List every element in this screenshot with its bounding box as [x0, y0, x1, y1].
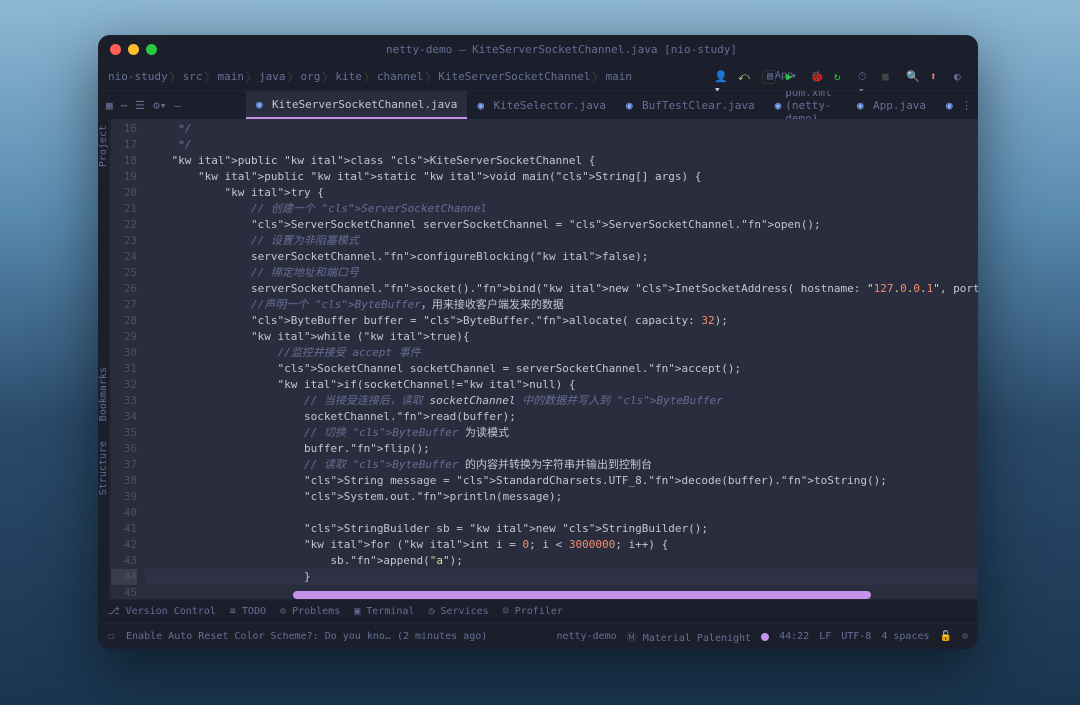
- file-icon: ◉: [946, 99, 955, 111]
- bottom-tool-bar: ⎇ Version Control ≡ TODO ⊘ Problems ▣ Te…: [98, 599, 978, 623]
- project-tool-button[interactable]: Project: [98, 125, 109, 167]
- cursor-position[interactable]: 44:22: [779, 631, 809, 642]
- bookmarks-tool-button[interactable]: Bookmarks: [98, 367, 109, 421]
- coverage-button[interactable]: ↻: [834, 70, 848, 84]
- maximize-button[interactable]: [146, 44, 157, 55]
- profiler-tool-button[interactable]: ☺ Profiler: [503, 606, 563, 617]
- window-controls: [110, 44, 157, 55]
- breadcrumb-item[interactable]: KiteServerSocketChannel: [438, 70, 590, 83]
- hide-icon[interactable]: —: [174, 99, 181, 112]
- editor-tab[interactable]: ◉ KiteServerSocketChannel.java: [246, 91, 467, 119]
- search-icon[interactable]: 🔍: [906, 70, 920, 84]
- main-toolbar: 👤▾ ⤺ ▤ App ▾ ▶ 🐞 ↻ ⏱▾ ■ 🔍 ⬆ ◐: [714, 70, 968, 84]
- debug-button[interactable]: 🐞: [810, 70, 824, 84]
- hammer-icon[interactable]: ⤺: [738, 70, 752, 84]
- user-icon[interactable]: 👤▾: [714, 70, 728, 84]
- breadcrumb[interactable]: nio-study〉src〉main〉java〉org〉kite〉channel…: [108, 69, 632, 85]
- stop-button[interactable]: ■: [882, 70, 896, 84]
- vcs-tool-button[interactable]: ⎇ Version Control: [108, 606, 216, 617]
- indent-setting[interactable]: 4 spaces: [881, 631, 929, 642]
- file-icon: ◉: [626, 99, 638, 111]
- terminal-tool-button[interactable]: ▣ Terminal: [354, 606, 414, 617]
- editor-tab[interactable]: ◉pom.xml (netty-demo): [765, 91, 847, 119]
- breadcrumb-item[interactable]: org: [300, 70, 320, 83]
- readonly-icon[interactable]: 🔓: [940, 631, 952, 642]
- file-icon: ◉: [256, 98, 268, 110]
- project-toolbar: ▦ ⋯ ☰ ⚙▾ —: [98, 99, 246, 112]
- file-encoding[interactable]: UTF-8: [841, 631, 871, 642]
- tab-label: pom.xml (netty-demo): [785, 91, 837, 119]
- file-icon: ◉: [775, 99, 782, 111]
- structure-tool-button[interactable]: Structure: [98, 441, 109, 495]
- sync-icon[interactable]: ⬆: [930, 70, 944, 84]
- file-icon: ◉: [857, 99, 869, 111]
- titlebar: netty-demo – KiteServerSocketChannel.jav…: [98, 35, 978, 63]
- editor-tab[interactable]: ◉ App.java: [847, 91, 936, 119]
- select-opened-icon[interactable]: ☰: [135, 99, 145, 112]
- horizontal-scrollbar[interactable]: [293, 591, 978, 599]
- minimize-button[interactable]: [128, 44, 139, 55]
- tab-label: BufTestClear.java: [642, 99, 755, 112]
- git-branch[interactable]: netty-demo: [556, 631, 616, 642]
- breadcrumb-item[interactable]: java: [259, 70, 286, 83]
- navbar: nio-study〉src〉main〉java〉org〉kite〉channel…: [98, 63, 978, 91]
- editor-tabs: ▦ ⋯ ☰ ⚙▾ — ◉ KiteServerSocketChannel.java…: [98, 91, 978, 119]
- breadcrumb-item[interactable]: src: [183, 70, 203, 83]
- ide-logo-icon[interactable]: ◐: [954, 70, 968, 84]
- line-gutter: 1617181920212223242526272829303132333435…: [111, 119, 145, 599]
- tab-label: KiteSelector.java: [493, 99, 606, 112]
- breadcrumb-item[interactable]: main: [606, 70, 633, 83]
- problems-tool-button[interactable]: ⊘ Problems: [280, 606, 340, 617]
- left-tool-rail: Project Bookmarks Structure: [98, 119, 110, 599]
- breadcrumb-item[interactable]: nio-study: [108, 70, 168, 83]
- breadcrumb-item[interactable]: channel: [377, 70, 423, 83]
- status-bar: ☐ Enable Auto Reset Color Scheme?: Do yo…: [98, 623, 978, 649]
- profile-button[interactable]: ⏱▾: [858, 70, 872, 84]
- theme-indicator[interactable]: Ⓜ Material Palenight: [627, 629, 751, 644]
- window-title: netty-demo – KiteServerSocketChannel.jav…: [157, 43, 966, 56]
- line-separator[interactable]: LF: [819, 631, 831, 642]
- collapse-icon[interactable]: ⋯: [121, 99, 128, 112]
- tab-label: KiteServerSocketChannel.java: [272, 98, 457, 111]
- project-view-icon[interactable]: ▦: [106, 99, 113, 112]
- services-tool-button[interactable]: ◷ Services: [428, 606, 488, 617]
- editor-tab[interactable]: ◉Futu...: [936, 91, 955, 119]
- editor-tab[interactable]: ◉ KiteSelector.java: [467, 91, 616, 119]
- run-button[interactable]: ▶: [786, 70, 800, 84]
- code-area[interactable]: */ */ "kw ital">public "kw ital">class "…: [145, 119, 978, 599]
- notification-icon[interactable]: ☐: [108, 631, 114, 642]
- tab-overflow-icon[interactable]: ⋮: [955, 99, 978, 112]
- tab-label: App.java: [873, 99, 926, 112]
- breadcrumb-item[interactable]: kite: [335, 70, 362, 83]
- close-button[interactable]: [110, 44, 121, 55]
- breadcrumb-item[interactable]: main: [217, 70, 244, 83]
- settings-icon[interactable]: ⚙▾: [153, 99, 166, 112]
- editor-tab[interactable]: ◉ BufTestClear.java: [616, 91, 765, 119]
- inspection-icon[interactable]: ⊙: [962, 631, 968, 642]
- run-config-selector[interactable]: ▤ App ▾: [762, 70, 776, 84]
- main-area: Project Bookmarks Structure ▸ ▣ Netty-De…: [98, 119, 978, 599]
- todo-tool-button[interactable]: ≡ TODO: [230, 606, 266, 617]
- status-message: Enable Auto Reset Color Scheme?: Do you …: [126, 631, 487, 642]
- code-editor[interactable]: 1617181920212223242526272829303132333435…: [111, 119, 978, 599]
- file-icon: ◉: [477, 99, 489, 111]
- status-dot-icon: [761, 633, 769, 641]
- ide-window: netty-demo – KiteServerSocketChannel.jav…: [98, 35, 978, 649]
